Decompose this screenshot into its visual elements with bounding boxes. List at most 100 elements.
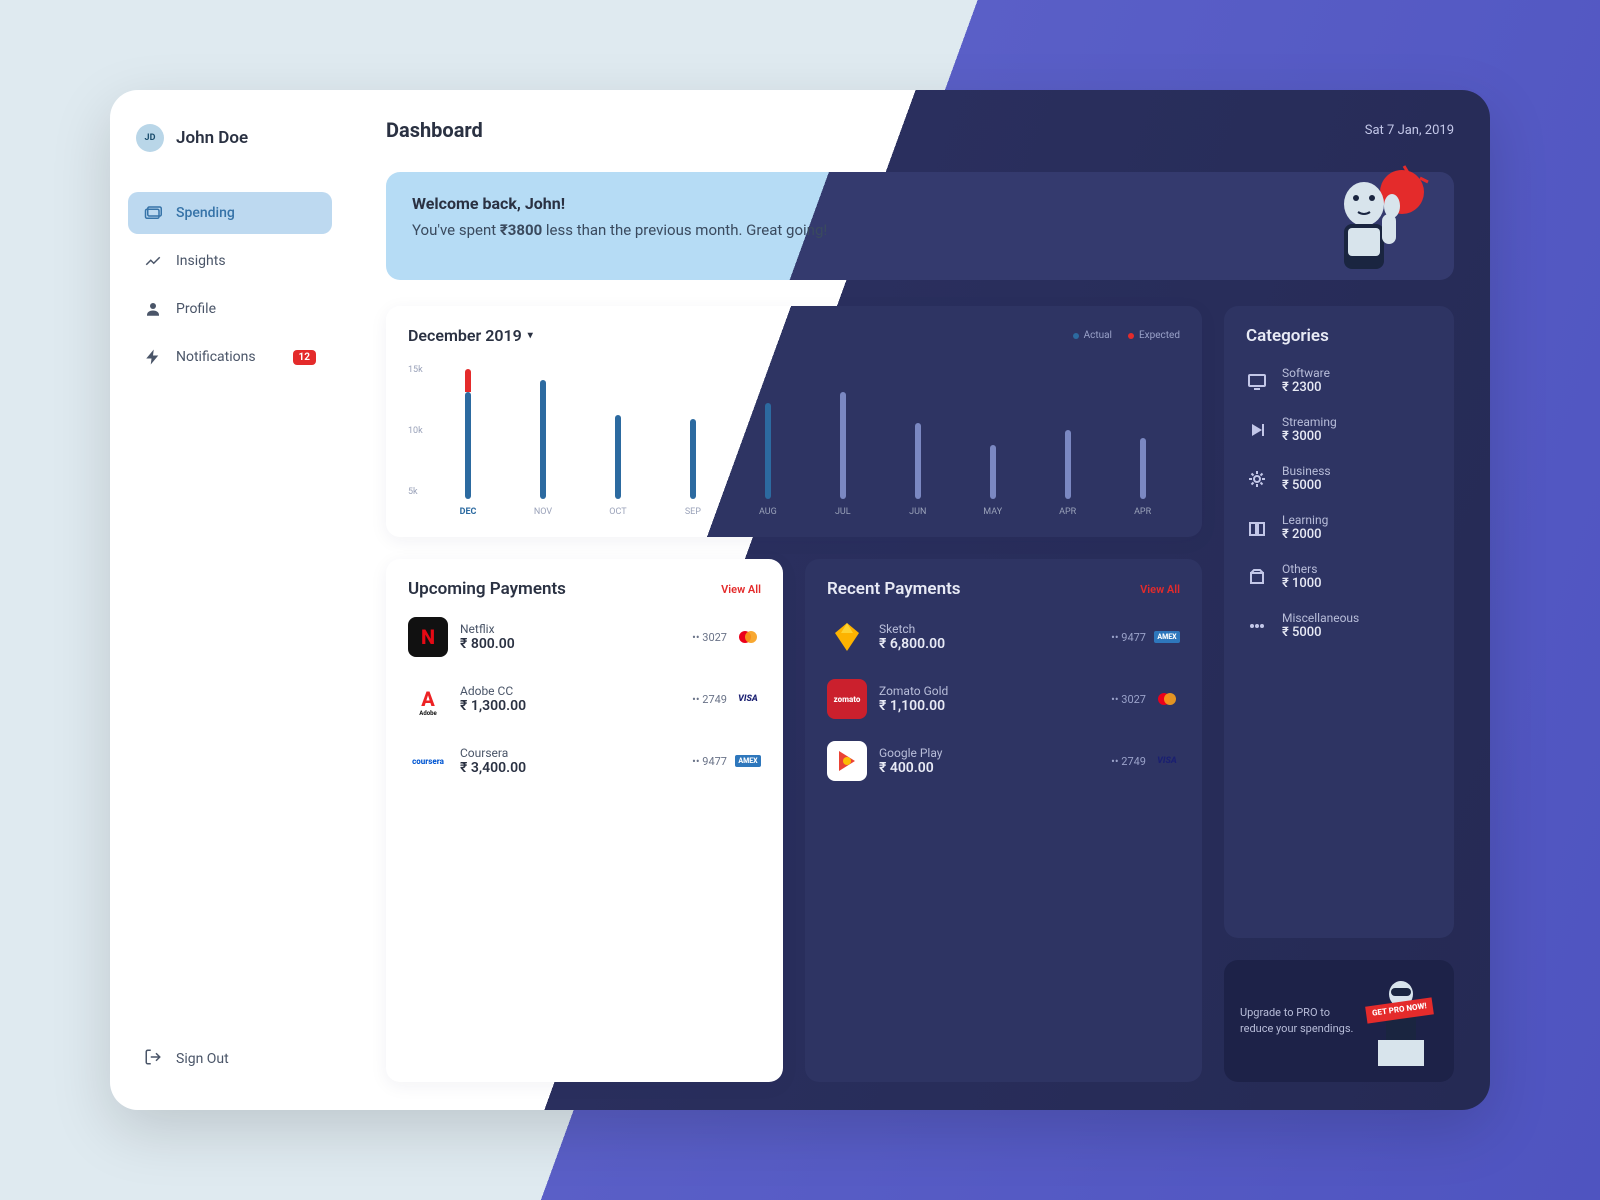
- chart-bar[interactable]: JUL: [809, 392, 876, 517]
- category-name: Business: [1282, 464, 1331, 478]
- payment-item[interactable]: zomato Zomato Gold ₹ 1,100.00 •• 3027: [827, 679, 1180, 719]
- category-amount: ₹ 3000: [1282, 429, 1337, 444]
- category-name: Software: [1282, 366, 1330, 380]
- chart-bar[interactable]: AUG: [735, 403, 802, 517]
- legend-actual: Actual: [1073, 330, 1112, 341]
- payment-name: Netflix: [460, 622, 680, 636]
- welcome-heading: Welcome back, John!: [412, 194, 1428, 213]
- sidebar-item-notifications[interactable]: Notifications 12: [128, 336, 332, 378]
- recent-view-all-link[interactable]: View All: [1140, 583, 1180, 596]
- page-date: Sat 7 Jan, 2019: [1365, 123, 1454, 138]
- sidebar-item-label: Spending: [176, 205, 235, 221]
- visa-icon: VISA: [735, 691, 761, 707]
- app-window: JD John Doe Spending Insights Profile No…: [110, 90, 1490, 1110]
- chart-bar[interactable]: OCT: [585, 415, 652, 517]
- content-row: December 2019 ▾ Actual Expected 15k 10k …: [386, 306, 1454, 1082]
- payment-card-info: •• 9477 AMEX: [692, 753, 761, 769]
- payment-item[interactable]: N Netflix ₹ 800.00 •• 3027: [408, 617, 761, 657]
- thumbs-up-illustration: [1304, 154, 1434, 284]
- nav: Spending Insights Profile Notifications …: [128, 192, 332, 378]
- sign-out-button[interactable]: Sign Out: [128, 1036, 332, 1082]
- chart-bar[interactable]: SEP: [660, 419, 727, 517]
- chevron-down-icon: ▾: [528, 330, 533, 341]
- upcoming-title: Upcoming Payments: [408, 579, 566, 599]
- payment-amount: ₹ 800.00: [460, 636, 680, 652]
- chart-title-dropdown[interactable]: December 2019 ▾: [408, 326, 533, 345]
- chart-bar[interactable]: MAY: [959, 445, 1026, 517]
- app-icon: [827, 741, 867, 781]
- category-icon: [1246, 566, 1268, 588]
- category-amount: ₹ 5000: [1282, 625, 1359, 640]
- bolt-icon: [144, 348, 162, 366]
- category-icon: [1246, 370, 1268, 392]
- payment-item[interactable]: AAdobe Adobe CC ₹ 1,300.00 •• 2749 VISA: [408, 679, 761, 719]
- category-name: Miscellaneous: [1282, 611, 1359, 625]
- main-content: Dashboard Sat 7 Jan, 2019 Welcome back, …: [350, 90, 1490, 1110]
- category-item[interactable]: Business ₹ 5000: [1246, 464, 1432, 493]
- payment-amount: ₹ 1,100.00: [879, 698, 1099, 714]
- category-item[interactable]: Miscellaneous ₹ 5000: [1246, 611, 1432, 640]
- category-item[interactable]: Streaming ₹ 3000: [1246, 415, 1432, 444]
- category-icon: [1246, 468, 1268, 490]
- chart-body: 15k 10k 5k DECNOVOCTSEPAUGJULJUNMAYAPRAP…: [408, 357, 1180, 517]
- promo-card[interactable]: Upgrade to PRO to reduce your spendings.…: [1224, 960, 1454, 1082]
- signout-icon: [144, 1048, 162, 1070]
- sidebar: JD John Doe Spending Insights Profile No…: [110, 90, 350, 1110]
- category-name: Streaming: [1282, 415, 1337, 429]
- mastercard-icon: [1154, 691, 1180, 707]
- payment-card-info: •• 3027: [692, 629, 761, 645]
- sidebar-item-profile[interactable]: Profile: [128, 288, 332, 330]
- app-icon: coursera: [408, 741, 448, 781]
- payment-item[interactable]: coursera Coursera ₹ 3,400.00 •• 9477 AME…: [408, 741, 761, 781]
- category-icon: [1246, 419, 1268, 441]
- sidebar-item-label: Profile: [176, 301, 216, 317]
- spending-chart-card: December 2019 ▾ Actual Expected 15k 10k …: [386, 306, 1202, 537]
- category-item[interactable]: Others ₹ 1000: [1246, 562, 1432, 591]
- app-icon: zomato: [827, 679, 867, 719]
- sidebar-item-insights[interactable]: Insights: [128, 240, 332, 282]
- promo-text: Upgrade to PRO to reduce your spendings.: [1240, 1005, 1354, 1038]
- payment-amount: ₹ 1,300.00: [460, 698, 680, 714]
- mastercard-icon: [735, 629, 761, 645]
- legend-expected: Expected: [1128, 330, 1180, 341]
- chart-yaxis: 15k 10k 5k: [408, 357, 431, 517]
- chart-bar[interactable]: NOV: [510, 380, 577, 517]
- upcoming-payments-card: Upcoming Payments View All N Netflix ₹ 8…: [386, 559, 783, 1082]
- upcoming-view-all-link[interactable]: View All: [721, 583, 761, 596]
- category-item[interactable]: Software ₹ 2300: [1246, 366, 1432, 395]
- sign-out-label: Sign Out: [176, 1051, 229, 1067]
- page-header: Dashboard Sat 7 Jan, 2019: [386, 118, 1454, 142]
- chart-bar[interactable]: DEC: [435, 392, 502, 517]
- visa-icon: VISA: [1154, 753, 1180, 769]
- payment-card-info: •• 2749 VISA: [692, 691, 761, 707]
- chart-bar[interactable]: APR: [1034, 430, 1101, 517]
- promo-illustration: GET PRO NOW!: [1364, 976, 1438, 1066]
- payments-row: Upcoming Payments View All N Netflix ₹ 8…: [386, 559, 1202, 1082]
- chart-bar[interactable]: JUN: [884, 423, 951, 517]
- categories-card: Categories Software ₹ 2300 Streaming ₹ 3…: [1224, 306, 1454, 938]
- payment-card-info: •• 3027: [1111, 691, 1180, 707]
- payment-item[interactable]: Sketch ₹ 6,800.00 •• 9477 AMEX: [827, 617, 1180, 657]
- category-item[interactable]: Learning ₹ 2000: [1246, 513, 1432, 542]
- chart-bars: DECNOVOCTSEPAUGJULJUNMAYAPRAPR: [431, 357, 1180, 517]
- upcoming-list: N Netflix ₹ 800.00 •• 3027 AAdobe Adobe …: [408, 617, 761, 781]
- payment-name: Google Play: [879, 746, 1099, 760]
- chart-bar[interactable]: APR: [1109, 438, 1176, 517]
- payment-name: Adobe CC: [460, 684, 680, 698]
- user-block[interactable]: JD John Doe: [128, 118, 332, 158]
- category-amount: ₹ 1000: [1282, 576, 1322, 591]
- app-icon: AAdobe: [408, 679, 448, 719]
- amex-icon: AMEX: [735, 753, 761, 769]
- recent-list: Sketch ₹ 6,800.00 •• 9477 AMEX zomato Zo…: [827, 617, 1180, 781]
- welcome-amount: ₹3800: [500, 221, 542, 239]
- user-name: John Doe: [176, 128, 248, 148]
- category-name: Learning: [1282, 513, 1328, 527]
- category-amount: ₹ 2300: [1282, 380, 1330, 395]
- sidebar-item-spending[interactable]: Spending: [128, 192, 332, 234]
- app-icon: N: [408, 617, 448, 657]
- payment-name: Coursera: [460, 746, 680, 760]
- page-title: Dashboard: [386, 118, 483, 142]
- category-icon: [1246, 615, 1268, 637]
- avatar: JD: [136, 124, 164, 152]
- payment-item[interactable]: Google Play ₹ 400.00 •• 2749 VISA: [827, 741, 1180, 781]
